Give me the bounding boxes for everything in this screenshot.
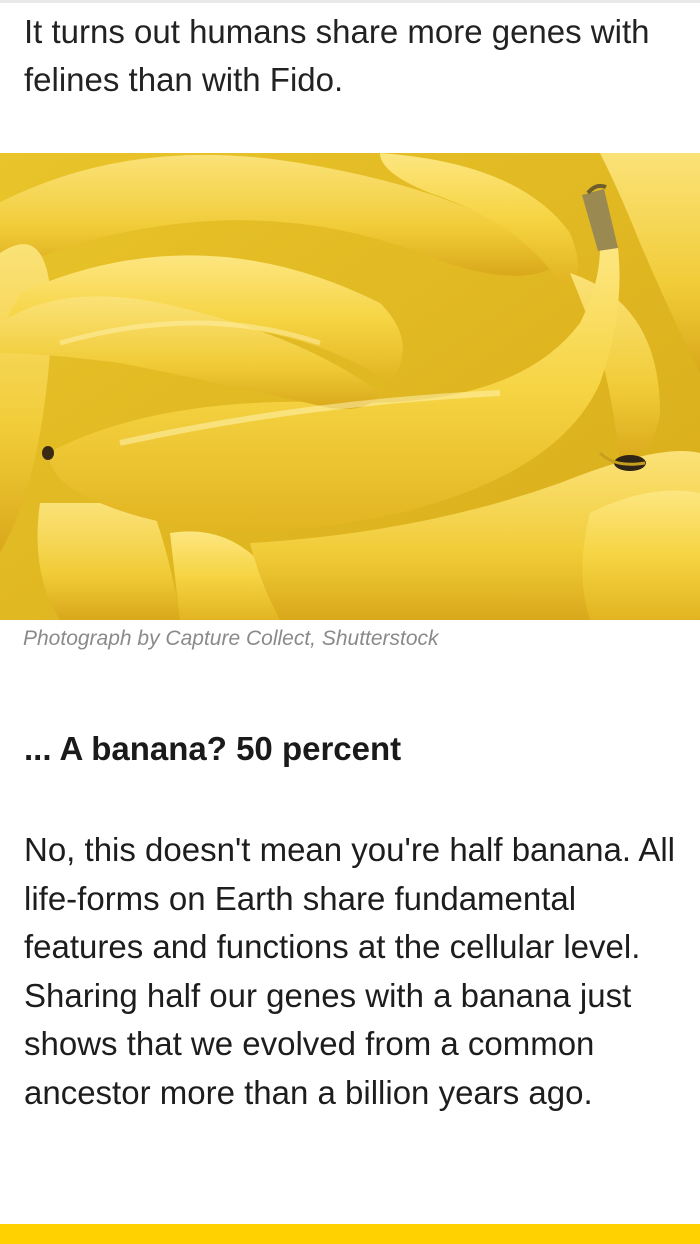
photo-caption: Photograph by Capture Collect, Shutterst… (23, 627, 439, 650)
banana-photo (0, 153, 700, 620)
top-divider (0, 0, 700, 3)
intro-paragraph: It turns out humans share more genes wit… (24, 13, 650, 98)
section-subheading: ... A banana? 50 percent (24, 730, 402, 767)
body-paragraph: No, this doesn't mean you're half banana… (24, 831, 676, 1111)
bottom-accent-bar (0, 1224, 700, 1244)
